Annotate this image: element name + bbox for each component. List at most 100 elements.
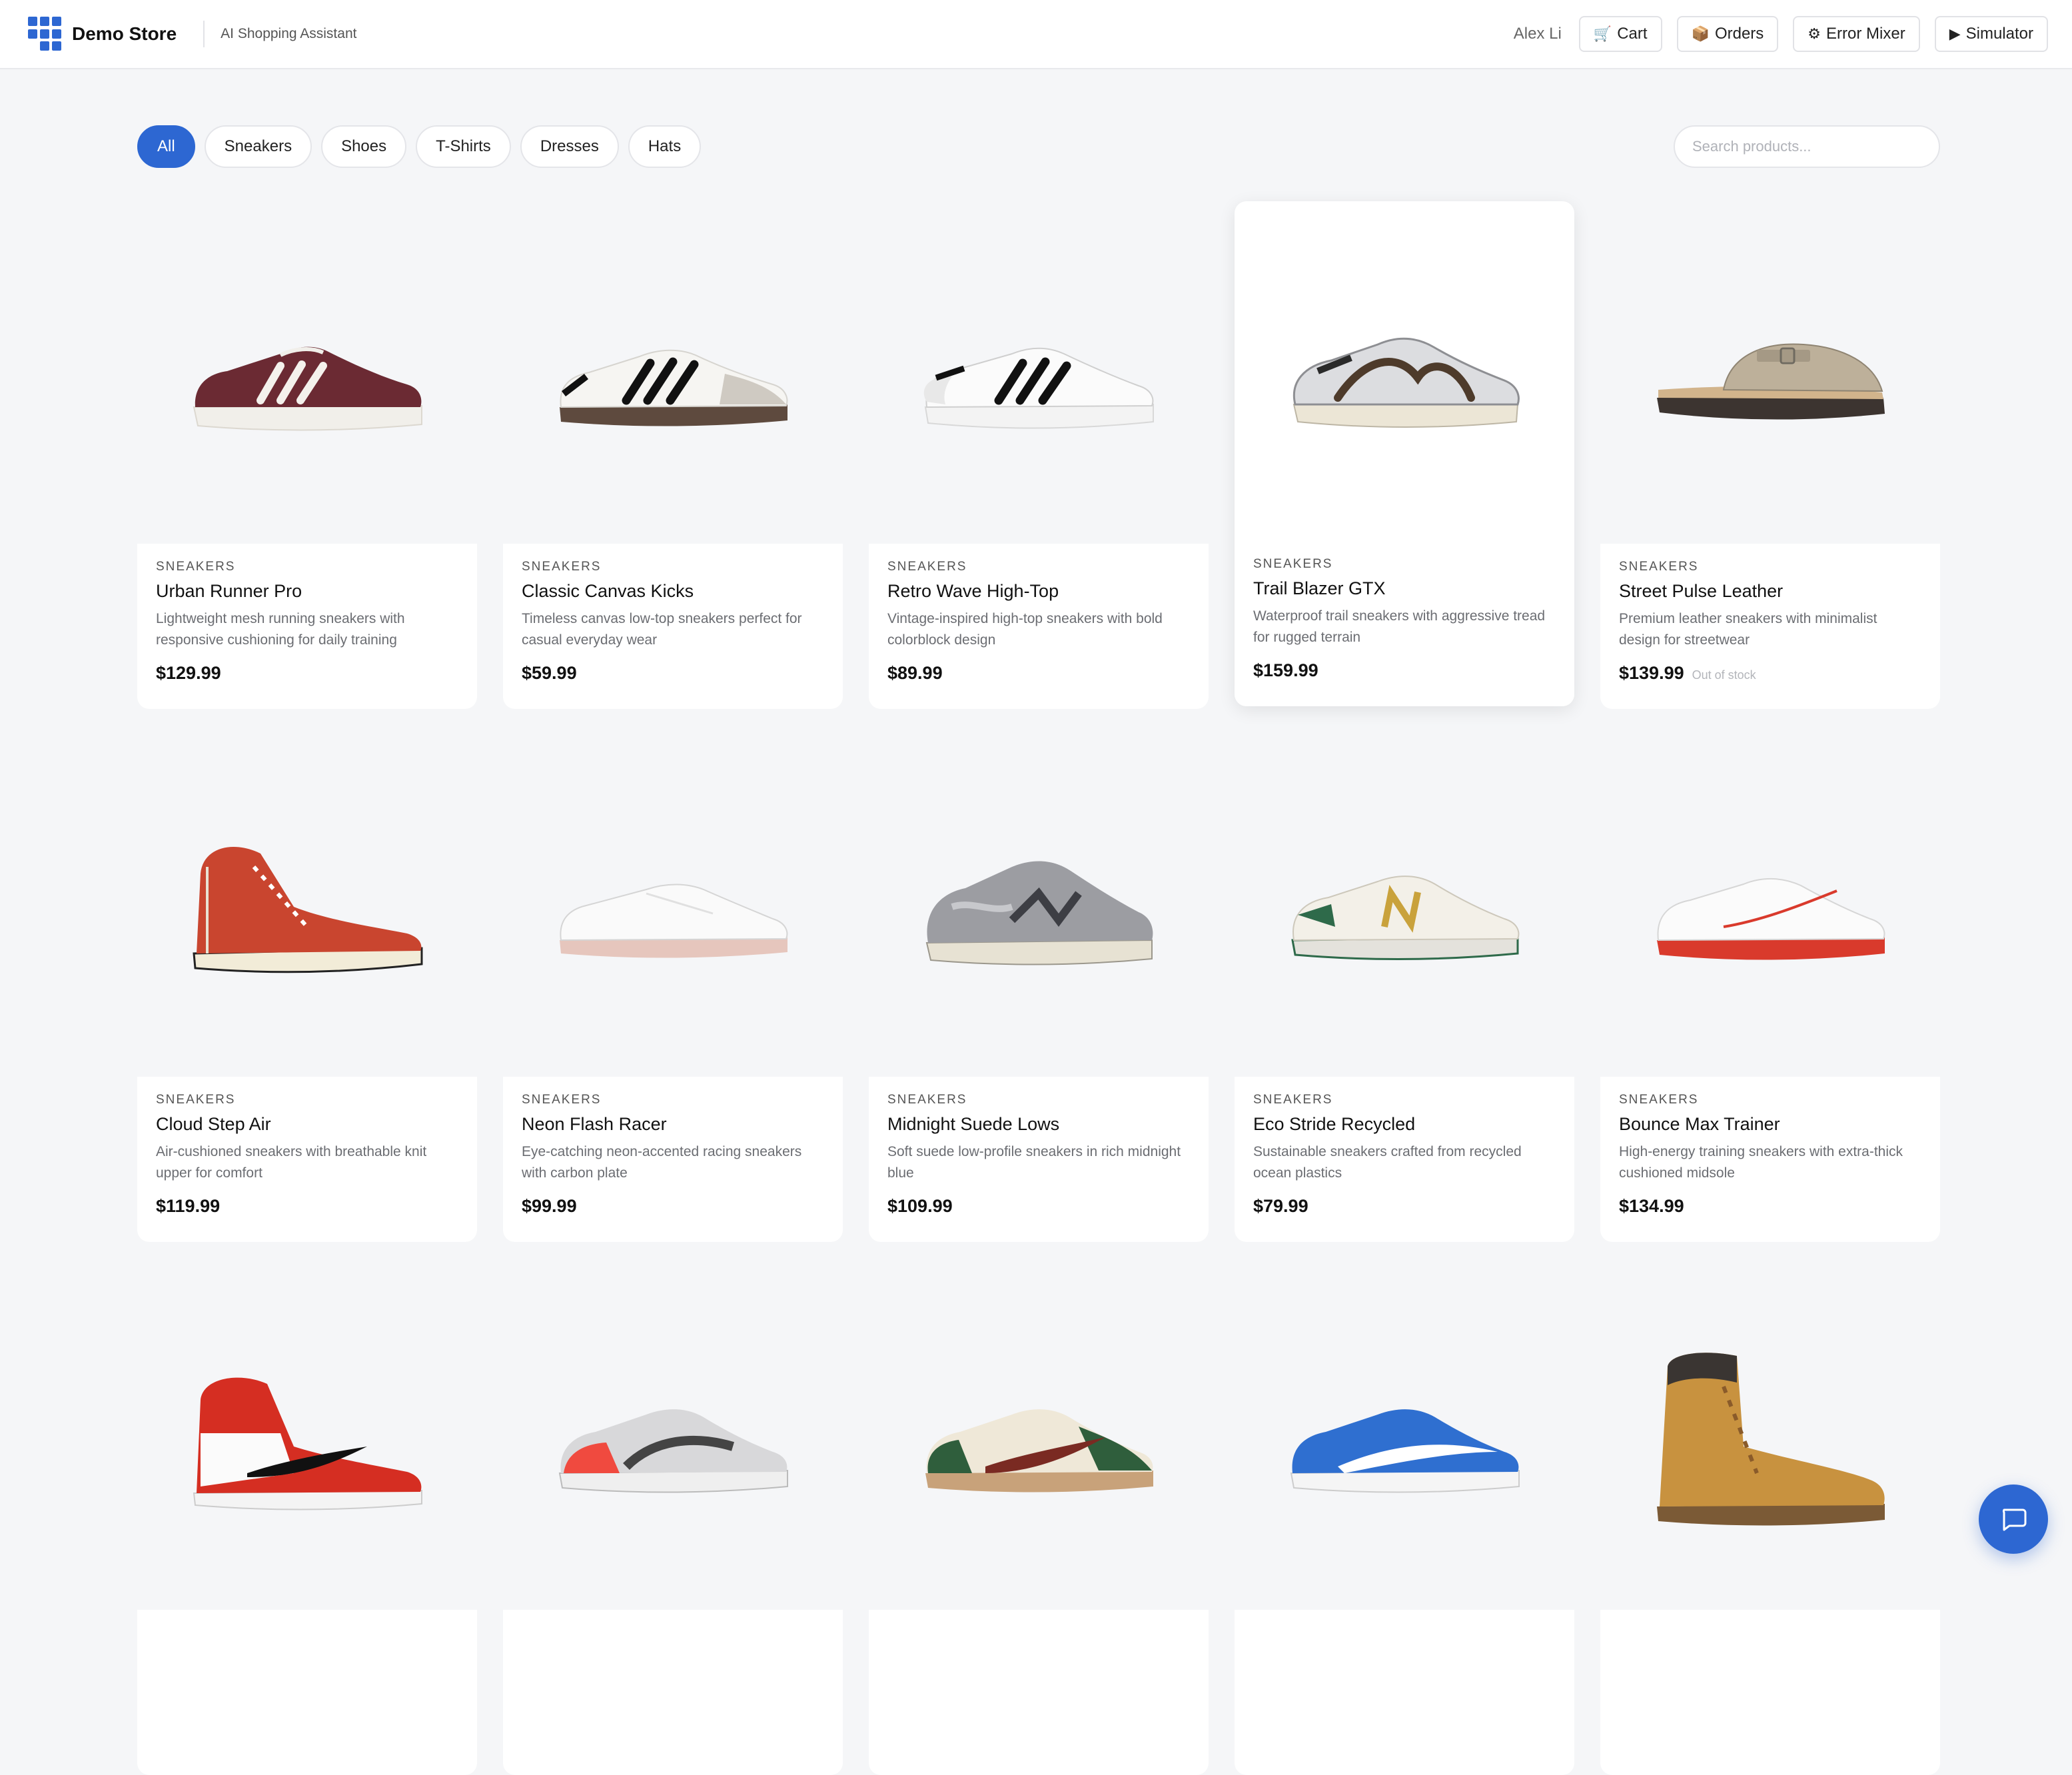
product-price: $119.99	[156, 1196, 221, 1216]
product-card[interactable]: SNEAKERS Urban Runner Pro Lightweight me…	[137, 204, 477, 709]
orders-button[interactable]: 📦 Orders	[1676, 16, 1779, 52]
chat-icon	[2002, 1508, 2027, 1531]
product-info: SNEAKERS Bounce Max Trainer High-energy …	[1600, 1077, 1940, 1242]
product-info: SNEAKERS Retro Wave High-Top Vintage-ins…	[869, 544, 1209, 709]
product-card[interactable]: SNEAKERS Bounce Max Trainer High-energy …	[1600, 737, 1940, 1242]
sneaker-green-red-image	[925, 1409, 1153, 1492]
filter-chip-dresses[interactable]: Dresses	[520, 125, 619, 168]
product-name[interactable]: Midnight Suede Lows	[887, 1114, 1190, 1135]
product-image[interactable]	[1600, 737, 1940, 1077]
product-description: High-energy training sneakers with extra…	[1619, 1144, 1903, 1181]
product-price: $139.99	[1619, 663, 1684, 683]
product-card[interactable]	[137, 1270, 477, 1775]
product-info: SNEAKERS Neon Flash Racer Eye-catching n…	[503, 1077, 843, 1242]
product-image[interactable]	[137, 1270, 477, 1610]
product-card[interactable]	[1600, 1270, 1940, 1775]
cart-button-label: Cart	[1617, 25, 1648, 43]
filter-chip-hats[interactable]: Hats	[628, 125, 702, 168]
product-name[interactable]: Bounce Max Trainer	[1619, 1114, 1921, 1135]
product-info	[503, 1610, 843, 1775]
product-description: Soft suede low-profile sneakers in rich …	[887, 1144, 1181, 1181]
product-info: SNEAKERS Cloud Step Air Air-cushioned sn…	[137, 1077, 477, 1242]
product-image[interactable]	[503, 1270, 843, 1610]
product-name[interactable]: Neon Flash Racer	[522, 1114, 824, 1135]
product-card[interactable]: SNEAKERS Retro Wave High-Top Vintage-ins…	[869, 204, 1209, 709]
product-card[interactable]: SNEAKERS Midnight Suede Lows Soft suede …	[869, 737, 1209, 1242]
simulator-button[interactable]: ▶ Simulator	[1934, 16, 2048, 52]
product-description	[156, 1632, 458, 1675]
product-price: $59.99	[522, 663, 577, 683]
product-name[interactable]: Urban Runner Pro	[156, 581, 458, 602]
product-name[interactable]: Trail Blazer GTX	[1253, 578, 1556, 599]
sneaker-blue-suede-image	[1290, 1409, 1520, 1493]
filter-chip-tshirts[interactable]: T-Shirts	[416, 125, 511, 168]
sneaker-grey-suede-image	[925, 861, 1153, 965]
product-price: $99.99	[522, 1196, 577, 1216]
product-image[interactable]	[137, 737, 477, 1077]
error-mixer-button-label: Error Mixer	[1826, 25, 1905, 43]
product-info: SNEAKERS Trail Blazer GTX Waterproof tra…	[1235, 541, 1574, 706]
chat-assistant-button[interactable]	[1979, 1484, 2048, 1554]
product-description: Timeless canvas low-top sneakers perfect…	[522, 611, 802, 648]
hightop-red-white-image	[193, 1377, 422, 1510]
sneaker-cream-green-image	[1291, 876, 1520, 961]
product-image[interactable]	[1600, 204, 1940, 544]
product-info: SNEAKERS Eco Stride Recycled Sustainable…	[1235, 1077, 1574, 1242]
product-card[interactable]	[503, 1270, 843, 1775]
price-row: $119.99	[156, 1196, 458, 1217]
sneaker-white-stripes-image	[923, 347, 1154, 429]
error-mixer-button[interactable]: ⚙ Error Mixer	[1793, 16, 1920, 52]
filter-chip-sneakers[interactable]: Sneakers	[204, 125, 312, 168]
product-category: SNEAKERS	[1619, 1093, 1699, 1107]
price-row: $139.99 Out of stock	[1619, 663, 1921, 684]
product-image[interactable]	[1235, 737, 1574, 1077]
product-image[interactable]	[869, 1270, 1209, 1610]
product-price: $129.99	[156, 663, 221, 683]
store-logo-icon	[28, 17, 63, 51]
boot-wheat-image	[1657, 1353, 1885, 1526]
sneaker-white-pink-sole-image	[560, 884, 788, 958]
product-card[interactable]: SNEAKERS Eco Stride Recycled Sustainable…	[1235, 737, 1574, 1242]
price-row: $134.99	[1619, 1196, 1921, 1217]
price-row: $59.99	[522, 663, 824, 684]
product-category: SNEAKERS	[522, 1093, 602, 1107]
cart-button[interactable]: 🛒 Cart	[1578, 16, 1662, 52]
price-row: $109.99	[887, 1196, 1190, 1217]
product-card[interactable]: SNEAKERS Cloud Step Air Air-cushioned sn…	[137, 737, 477, 1242]
sneaker-silver-runner-image	[1293, 337, 1520, 428]
price-row: $89.99	[887, 663, 1190, 684]
product-image[interactable]	[503, 737, 843, 1077]
product-image[interactable]	[503, 204, 843, 544]
product-name[interactable]: Eco Stride Recycled	[1253, 1114, 1556, 1135]
product-name[interactable]: Cloud Step Air	[156, 1114, 458, 1135]
product-name[interactable]: Classic Canvas Kicks	[522, 581, 824, 602]
product-name[interactable]: Retro Wave High-Top	[887, 581, 1190, 602]
product-card-hovered[interactable]: SNEAKERS Trail Blazer GTX Waterproof tra…	[1235, 201, 1574, 706]
brand-name: Demo Store	[72, 23, 177, 44]
product-image[interactable]	[869, 204, 1209, 544]
product-price: $159.99	[1253, 660, 1318, 680]
product-name[interactable]: Street Pulse Leather	[1619, 581, 1921, 602]
product-description: Premium leather sneakers with minimalist…	[1619, 611, 1877, 648]
search-input[interactable]	[1674, 125, 1940, 168]
product-image[interactable]	[137, 204, 477, 544]
product-category: SNEAKERS	[156, 1093, 236, 1107]
product-category: SNEAKERS	[1619, 560, 1699, 574]
product-image[interactable]	[1235, 201, 1574, 541]
product-description	[887, 1632, 1190, 1675]
product-info	[1235, 1610, 1574, 1775]
brand[interactable]: Demo Store	[28, 17, 177, 51]
product-card[interactable]: SNEAKERS Classic Canvas Kicks Timeless c…	[503, 204, 843, 709]
product-card[interactable]	[869, 1270, 1209, 1775]
product-card[interactable]	[1235, 1270, 1574, 1775]
product-card[interactable]: SNEAKERS Street Pulse Leather Premium le…	[1600, 204, 1940, 709]
product-image[interactable]	[1235, 1270, 1574, 1610]
product-card[interactable]: SNEAKERS Neon Flash Racer Eye-catching n…	[503, 737, 843, 1242]
product-image[interactable]	[869, 737, 1209, 1077]
product-image[interactable]	[1600, 1270, 1940, 1610]
stock-status-badge: Out of stock	[1692, 668, 1756, 682]
filter-chip-shoes[interactable]: Shoes	[321, 125, 407, 168]
filter-chip-all[interactable]: All	[137, 125, 195, 168]
top-navigation-bar: Demo Store AI Shopping Assistant Alex Li…	[0, 0, 2072, 69]
price-row: $79.99	[1253, 1196, 1556, 1217]
